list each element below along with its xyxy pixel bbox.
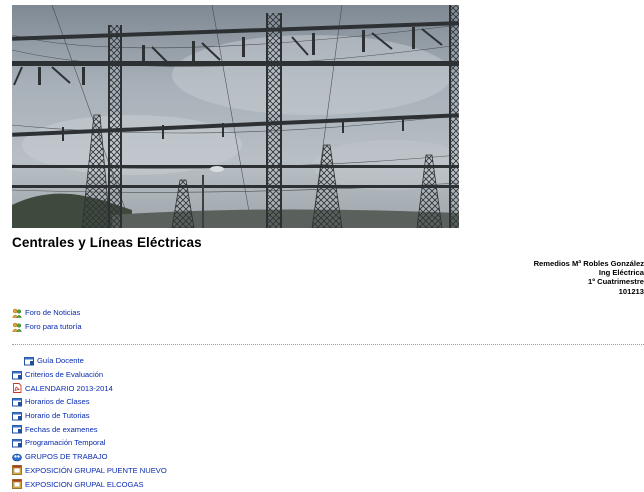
resource-item[interactable]: EXPOSICIÓN GRUPAL PUENTE NUEVO bbox=[12, 464, 167, 478]
document-icon bbox=[12, 438, 22, 448]
course-code: 101213 bbox=[618, 286, 644, 296]
resource-link-exposicion-puente[interactable]: EXPOSICIÓN GRUPAL PUENTE NUEVO bbox=[25, 466, 167, 475]
resource-item[interactable]: Programación Temporal bbox=[12, 436, 167, 450]
forum-icon bbox=[12, 322, 22, 332]
teacher-info: Remedios Mª Robles González Ing Eléctric… bbox=[384, 259, 644, 296]
resource-item[interactable]: EXPOSICION GRUPAL ELCOGAS bbox=[12, 477, 167, 491]
resource-list: Guía Docente Criterios de Evaluación CAL… bbox=[12, 354, 167, 491]
resource-link-horario-tutorias[interactable]: Horario de Tutorias bbox=[25, 411, 90, 420]
resource-item[interactable]: Guía Docente bbox=[12, 354, 167, 368]
resource-item[interactable]: GRUPOS DE TRABAJO bbox=[12, 450, 167, 464]
resource-link-exposicion-elcogas[interactable]: EXPOSICION GRUPAL ELCOGAS bbox=[25, 480, 144, 489]
resource-link-horarios-clases[interactable]: Horarios de Clases bbox=[25, 397, 90, 406]
resource-item[interactable]: Criterios de Evaluación bbox=[12, 368, 167, 382]
document-icon bbox=[12, 411, 22, 421]
teacher-degree: Ing Eléctrica bbox=[598, 268, 644, 278]
document-icon bbox=[12, 370, 22, 380]
assignment-icon bbox=[12, 479, 22, 489]
forum-list: Foro de Noticias Foro para tutoría bbox=[12, 306, 82, 333]
pdf-icon bbox=[13, 383, 22, 394]
resource-link-criterios[interactable]: Criterios de Evaluación bbox=[25, 370, 103, 379]
resource-link-programacion[interactable]: Programación Temporal bbox=[25, 438, 105, 447]
resource-item[interactable]: CALENDARIO 2013-2014 bbox=[12, 381, 167, 395]
resource-link-guia-docente[interactable]: Guía Docente bbox=[37, 356, 84, 365]
document-icon bbox=[24, 356, 34, 366]
forum-link-tutoria[interactable]: Foro para tutoría bbox=[25, 322, 82, 331]
section-divider bbox=[12, 344, 644, 345]
resource-item[interactable]: Horarios de Clases bbox=[12, 395, 167, 409]
group-icon bbox=[12, 453, 22, 461]
forum-icon bbox=[12, 308, 22, 318]
forum-item[interactable]: Foro para tutoría bbox=[12, 320, 82, 334]
teacher-term: 1º Cuatrimestre bbox=[588, 277, 644, 287]
course-title: Centrales y Líneas Eléctricas bbox=[12, 235, 202, 250]
resource-item[interactable]: Fechas de examenes bbox=[12, 422, 167, 436]
substation-banner-image bbox=[12, 5, 459, 228]
document-icon bbox=[12, 425, 22, 434]
resource-link-fechas-examenes[interactable]: Fechas de examenes bbox=[25, 425, 98, 434]
resource-link-grupos-trabajo[interactable]: GRUPOS DE TRABAJO bbox=[25, 452, 108, 461]
resource-item[interactable]: Horario de Tutorias bbox=[12, 409, 167, 423]
forum-item[interactable]: Foro de Noticias bbox=[12, 306, 82, 320]
resource-link-calendario[interactable]: CALENDARIO 2013-2014 bbox=[25, 384, 113, 393]
document-icon bbox=[12, 397, 22, 407]
assignment-icon bbox=[12, 465, 22, 476]
teacher-name: Remedios Mª Robles González bbox=[533, 259, 644, 268]
forum-link-noticias[interactable]: Foro de Noticias bbox=[25, 308, 80, 317]
